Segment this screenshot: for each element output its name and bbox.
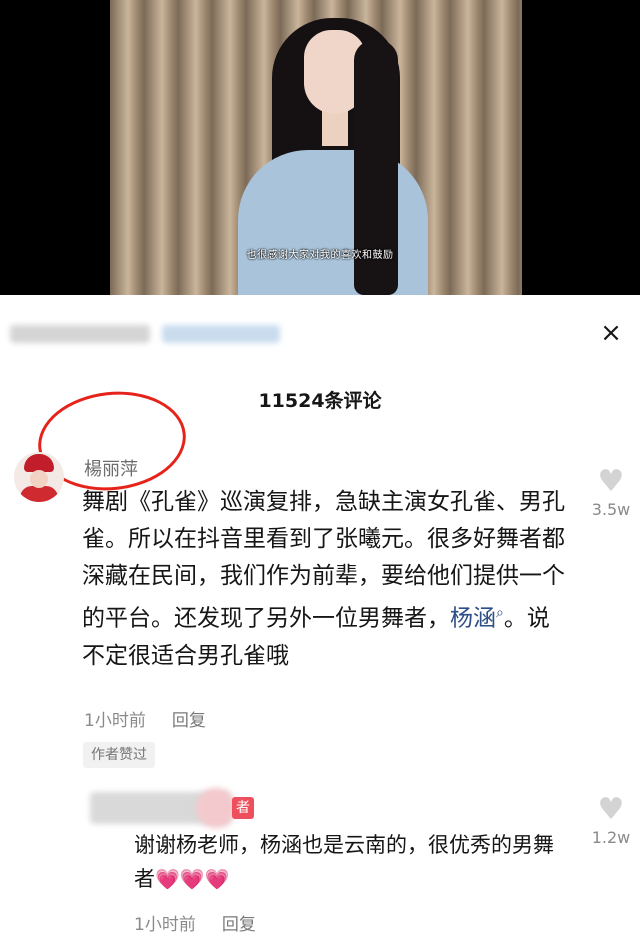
avatar[interactable] (14, 452, 64, 502)
comment-text: 舞剧《孔雀》巡演复排，急缺主演女孔雀、男孔雀。所以在抖音里看到了张曦元。很多好舞… (82, 484, 572, 675)
reply-reply-button[interactable]: 回复 (222, 915, 256, 935)
reply-like[interactable]: ♥ 1.2w (586, 794, 636, 848)
heart-icon[interactable]: ♥ (586, 466, 636, 498)
video-player[interactable]: 也很感谢大家对我的喜欢和鼓励 (0, 0, 640, 295)
video-subtitle: 也很感谢大家对我的喜欢和鼓励 (246, 250, 394, 261)
avatar-face (30, 470, 48, 488)
author-liked-badge: 作者赞过 (83, 742, 155, 768)
search-icon[interactable]: ⌕ (496, 605, 504, 621)
avatar-dress (20, 486, 58, 502)
comment-meta: 1小时前 回复 (84, 706, 206, 731)
comment-time: 1小时前 (84, 711, 146, 731)
mention-link[interactable]: 杨涵 (450, 606, 496, 632)
reply-button[interactable]: 回复 (172, 711, 206, 731)
comment-like[interactable]: ♥ 3.5w (586, 466, 636, 520)
comment-username[interactable]: 楊丽萍 (84, 455, 138, 481)
close-icon[interactable]: × (596, 318, 626, 348)
blurred-reply-avatar-glow (196, 788, 236, 828)
reply-text: 谢谢杨老师，杨涵也是云南的，很优秀的男舞者💗💗💗 (134, 828, 564, 896)
torso (238, 150, 428, 295)
reply-like-count: 1.2w (591, 828, 631, 847)
douyin-comment-screen: 也很感谢大家对我的喜欢和鼓励 × 11524条评论 楊丽萍 舞剧《孔雀》巡演复排… (0, 0, 640, 950)
comment-like-count: 3.5w (591, 500, 631, 519)
blurred-tag (162, 325, 280, 343)
reply-author-tag: 者 (232, 797, 254, 819)
reply-meta: 1小时前 回复 (134, 910, 256, 935)
blurred-username (10, 325, 150, 343)
reply-time: 1小时前 (134, 915, 196, 935)
heart-icon[interactable]: ♥ (586, 794, 636, 826)
heart-hands-emoji: 💗💗💗 (155, 867, 230, 891)
